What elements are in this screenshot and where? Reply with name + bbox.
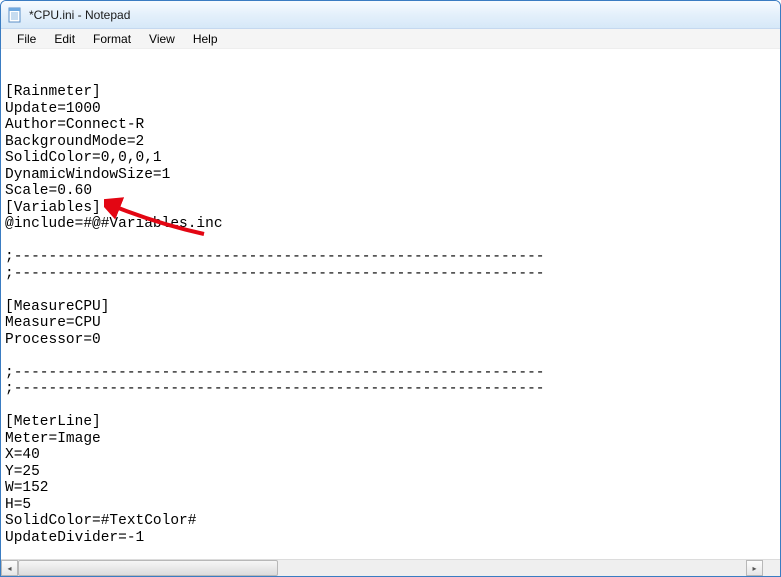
editor-line: ;---------------------------------------… xyxy=(5,365,776,382)
menu-bar: File Edit Format View Help xyxy=(1,29,780,49)
text-editor[interactable]: [Rainmeter]Update=1000Author=Connect-RBa… xyxy=(1,49,780,559)
menu-help[interactable]: Help xyxy=(185,31,226,47)
menu-edit[interactable]: Edit xyxy=(46,31,83,47)
title-bar[interactable]: *CPU.ini - Notepad xyxy=(1,1,780,29)
editor-line xyxy=(5,348,776,365)
editor-line: ;---------------------------------------… xyxy=(5,249,776,266)
menu-file[interactable]: File xyxy=(9,31,44,47)
menu-view[interactable]: View xyxy=(141,31,183,47)
editor-line: Author=Connect-R xyxy=(5,117,776,134)
editor-line: @include=#@#Variables.inc xyxy=(5,216,776,233)
editor-line: Update=1000 xyxy=(5,101,776,118)
editor-line: X=40 xyxy=(5,447,776,464)
editor-line: [Variables] xyxy=(5,200,776,217)
editor-line: [MeterLine] xyxy=(5,414,776,431)
editor-line: Measure=CPU xyxy=(5,315,776,332)
scroll-thumb[interactable] xyxy=(18,560,278,576)
editor-line: BackgroundMode=2 xyxy=(5,134,776,151)
notepad-icon xyxy=(7,7,23,23)
notepad-window: *CPU.ini - Notepad File Edit Format View… xyxy=(0,0,781,577)
editor-line: Y=25 xyxy=(5,464,776,481)
editor-line: DynamicWindowSize=1 xyxy=(5,167,776,184)
editor-line xyxy=(5,282,776,299)
scroll-left-button[interactable]: ◂ xyxy=(1,560,18,576)
editor-line: UpdateDivider=-1 xyxy=(5,530,776,547)
editor-line xyxy=(5,233,776,250)
editor-line xyxy=(5,398,776,415)
editor-line: SolidColor=0,0,0,1 xyxy=(5,150,776,167)
editor-line: Scale=0.60 xyxy=(5,183,776,200)
editor-line: ;---------------------------------------… xyxy=(5,381,776,398)
window-title: *CPU.ini - Notepad xyxy=(29,8,130,22)
scroll-track[interactable] xyxy=(18,560,746,576)
editor-line: Meter=Image xyxy=(5,431,776,448)
editor-line: SolidColor=#TextColor# xyxy=(5,513,776,530)
scroll-right-button[interactable]: ▸ xyxy=(746,560,763,576)
editor-line: [MeasureCPU] xyxy=(5,299,776,316)
editor-line: [Rainmeter] xyxy=(5,84,776,101)
menu-format[interactable]: Format xyxy=(85,31,139,47)
editor-line: H=5 xyxy=(5,497,776,514)
editor-line: ;---------------------------------------… xyxy=(5,266,776,283)
editor-line: W=152 xyxy=(5,480,776,497)
horizontal-scrollbar: ◂ ▸ xyxy=(1,559,780,576)
scroll-corner xyxy=(763,560,780,576)
editor-line: Processor=0 xyxy=(5,332,776,349)
